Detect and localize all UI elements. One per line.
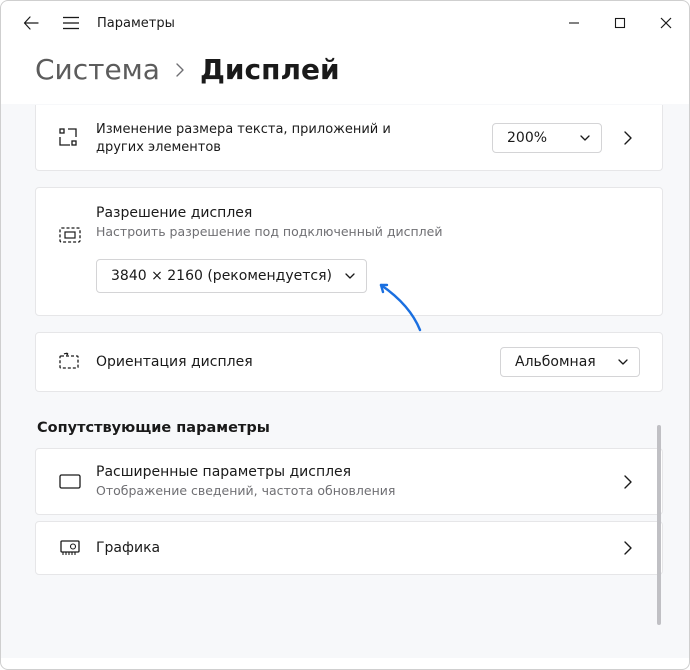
scale-value: 200%	[507, 130, 547, 146]
graphics-title: Графика	[96, 539, 616, 557]
gpu-icon	[58, 539, 92, 557]
chevron-down-icon	[617, 356, 629, 368]
resolution-select[interactable]: 3840 × 2160 (рекомендуется)	[96, 259, 367, 293]
scale-expand[interactable]	[616, 126, 640, 150]
row-resolution: Разрешение дисплея Настроить разрешение …	[35, 187, 663, 316]
breadcrumb-parent[interactable]: Система	[35, 53, 160, 86]
scale-icon	[58, 127, 92, 149]
maximize-icon	[614, 17, 626, 29]
close-icon	[660, 17, 672, 29]
resolution-icon	[58, 226, 92, 246]
hamburger-icon	[63, 16, 79, 30]
close-button[interactable]	[643, 3, 689, 43]
chevron-right-icon	[622, 541, 634, 555]
orientation-select[interactable]: Альбомная	[500, 347, 640, 377]
titlebar: Параметры	[1, 1, 689, 45]
related-heading: Сопутствующие параметры	[37, 420, 663, 436]
chevron-right-icon	[174, 58, 186, 82]
orientation-icon	[58, 352, 92, 372]
monitor-icon	[58, 472, 92, 492]
row-advanced-display[interactable]: Расширенные параметры дисплея Отображени…	[35, 448, 663, 515]
scale-title: Изменение размера текста, приложений и д…	[96, 121, 406, 156]
resolution-value: 3840 × 2160 (рекомендуется)	[111, 268, 332, 284]
breadcrumb: Система Дисплей	[1, 45, 689, 104]
minimize-icon	[568, 17, 580, 29]
content-area: Изменение размера текста, приложений и д…	[1, 104, 689, 658]
graphics-expand[interactable]	[616, 536, 640, 560]
row-orientation[interactable]: Ориентация дисплея Альбомная	[35, 332, 663, 392]
scrollbar-thumb[interactable]	[657, 425, 661, 625]
window-controls	[551, 3, 689, 43]
window-title: Параметры	[97, 16, 175, 31]
chevron-right-icon	[622, 475, 634, 489]
chevron-right-icon	[622, 131, 634, 145]
breadcrumb-current: Дисплей	[200, 53, 340, 86]
minimize-button[interactable]	[551, 3, 597, 43]
back-button[interactable]	[11, 3, 51, 43]
row-scale[interactable]: Изменение размера текста, приложений и д…	[35, 105, 663, 171]
resolution-sub: Настроить разрешение под подключенный ди…	[96, 224, 640, 241]
menu-button[interactable]	[51, 3, 91, 43]
advanced-sub: Отображение сведений, частота обновления	[96, 483, 616, 500]
scale-select[interactable]: 200%	[492, 123, 602, 153]
chevron-down-icon	[579, 132, 591, 144]
row-graphics[interactable]: Графика	[35, 521, 663, 575]
resolution-title: Разрешение дисплея	[96, 204, 640, 222]
orientation-value: Альбомная	[515, 354, 596, 370]
advanced-expand[interactable]	[616, 470, 640, 494]
chevron-down-icon	[344, 270, 356, 282]
orientation-title: Ориентация дисплея	[96, 353, 500, 371]
arrow-left-icon	[23, 15, 39, 31]
advanced-title: Расширенные параметры дисплея	[96, 463, 616, 481]
maximize-button[interactable]	[597, 3, 643, 43]
